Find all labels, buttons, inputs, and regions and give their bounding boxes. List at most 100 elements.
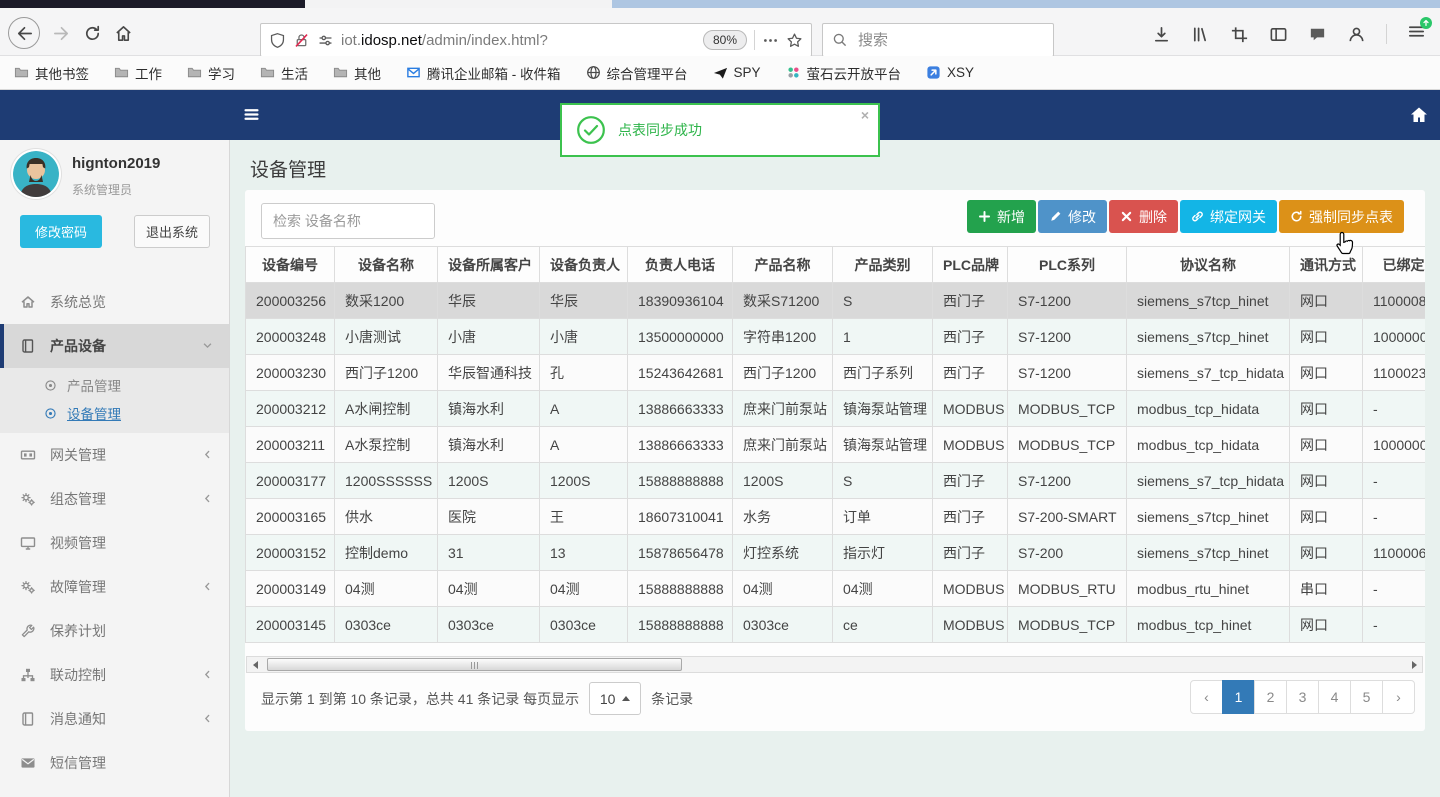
- page-prev[interactable]: ‹: [1190, 680, 1223, 714]
- bookmark-item[interactable]: 综合管理平台: [586, 63, 688, 83]
- sidebar-item-1[interactable]: 产品设备: [0, 324, 229, 368]
- column-header[interactable]: 已绑定网关: [1362, 246, 1425, 283]
- sidebar-item-8[interactable]: 消息通知: [0, 697, 229, 741]
- insecure-lock-icon[interactable]: [293, 32, 310, 49]
- column-header[interactable]: 设备编号: [245, 246, 335, 283]
- delete-button[interactable]: 删除: [1109, 200, 1178, 233]
- table-row[interactable]: 200003152 控制demo 31 13 15878656478 灯控系统 指示灯 西门子…: [245, 534, 1425, 571]
- table-row[interactable]: 200003248 小唐测试 小唐 小唐 13500000000 字符串1200 1 西门子 S…: [245, 318, 1425, 355]
- table-row[interactable]: 200003165 供水 医院王 18607310041 水务 订单 西门子 S7-200-S…: [245, 498, 1425, 535]
- bookmark-item[interactable]: XSY: [926, 65, 974, 80]
- change-password-button[interactable]: 修改密码: [20, 215, 102, 248]
- back-button[interactable]: [8, 17, 40, 49]
- library-button[interactable]: [1191, 25, 1210, 44]
- sidebar-item-2[interactable]: 网关管理: [0, 433, 229, 477]
- table-row[interactable]: 200003149 04测 04测 04测 15888888888 04测 04测 MODBU…: [245, 570, 1425, 607]
- table-row[interactable]: 200003230 西门子1200 华辰智通科技孔 15243642681 西门子120…: [245, 354, 1425, 391]
- scroll-left-icon[interactable]: [247, 657, 263, 672]
- table-row[interactable]: 200003177 1200SSSSSS 1200S 1200S 15888888888…: [245, 462, 1425, 499]
- bookmark-item[interactable]: 学习: [187, 63, 235, 83]
- table-row[interactable]: 200003145 0303ce 0303ce 0303ce 15888888888 03…: [245, 606, 1425, 643]
- page-4[interactable]: 4: [1318, 680, 1351, 714]
- table-cell: 200003248: [245, 318, 335, 355]
- column-header[interactable]: 产品类别: [832, 246, 933, 283]
- reload-button[interactable]: [83, 24, 102, 43]
- avatar[interactable]: [13, 151, 59, 197]
- screenshot-button[interactable]: [1230, 25, 1249, 44]
- column-header[interactable]: 设备负责人: [539, 246, 628, 283]
- bookmark-item[interactable]: 生活: [260, 63, 308, 83]
- sidebar-item-5[interactable]: 故障管理: [0, 565, 229, 609]
- table-row[interactable]: 200003211 A水泵控制 镇海水利 A 13886663333 庶来门前泵站 镇海泵站…: [245, 426, 1425, 463]
- bookmark-label: 综合管理平台: [606, 66, 688, 82]
- app-home-icon[interactable]: [1409, 105, 1429, 130]
- account-button[interactable]: [1347, 25, 1366, 44]
- page-actions-icon[interactable]: [762, 32, 779, 49]
- sidebar-item-7[interactable]: 联动控制: [0, 653, 229, 697]
- page-2[interactable]: 2: [1254, 680, 1287, 714]
- table-row[interactable]: 200003212 A水闸控制 镇海水利 A 13886663333 庶来门前泵站 镇海泵站…: [245, 390, 1425, 427]
- bookmark-item[interactable]: 萤石云开放平台: [786, 63, 901, 83]
- bookmark-item[interactable]: 腾讯企业邮箱 - 收件箱: [406, 63, 561, 83]
- column-header[interactable]: 设备所属客户: [437, 246, 540, 283]
- table-cell: 控制demo: [334, 534, 438, 571]
- column-header[interactable]: 协议名称: [1126, 246, 1290, 283]
- scroll-right-icon[interactable]: [1406, 657, 1422, 672]
- browser-tabstrip[interactable]: [0, 0, 1440, 8]
- url-text[interactable]: iot.idosp.net/admin/index.html?: [341, 32, 696, 49]
- page-1[interactable]: 1: [1222, 680, 1255, 714]
- bookmark-star-icon[interactable]: [786, 32, 803, 49]
- sidebar-subitem-设备管理[interactable]: 设备管理: [0, 399, 229, 427]
- sidebar-item-9[interactable]: 短信管理: [0, 741, 229, 785]
- add-button[interactable]: 新增: [967, 200, 1036, 233]
- sidebar-item-6[interactable]: 保养计划: [0, 609, 229, 653]
- url-bar[interactable]: iot.idosp.net/admin/index.html? 80%: [260, 23, 812, 57]
- menu-button[interactable]: [1407, 17, 1432, 46]
- pocket-button[interactable]: [1308, 25, 1327, 44]
- browser-search-box[interactable]: [822, 23, 1059, 57]
- bookmark-item[interactable]: SPY: [713, 65, 761, 80]
- column-header[interactable]: PLC品牌: [932, 246, 1008, 283]
- browser-search-input[interactable]: [856, 30, 1059, 50]
- active-tab-sliver[interactable]: [305, 0, 612, 8]
- logout-button[interactable]: 退出系统: [134, 215, 210, 248]
- page-3[interactable]: 3: [1286, 680, 1319, 714]
- edit-button[interactable]: 修改: [1038, 200, 1107, 233]
- permissions-icon[interactable]: [317, 32, 334, 49]
- bookmark-item[interactable]: 其他: [333, 63, 381, 83]
- device-search-input[interactable]: [261, 203, 435, 239]
- column-header[interactable]: PLC系列: [1007, 246, 1127, 283]
- sidebar-item-3[interactable]: 组态管理: [0, 477, 229, 521]
- bind-gateway-button[interactable]: 绑定网关: [1180, 200, 1277, 233]
- column-header[interactable]: 设备名称: [334, 246, 438, 283]
- sidebar-toggle-button[interactable]: [1269, 25, 1288, 44]
- table-row[interactable]: 200003256 数采1200 华辰 华辰 18390936104 数采S71200 S 西…: [245, 282, 1425, 319]
- bookmark-item[interactable]: 其他书签: [14, 63, 89, 83]
- zoom-badge[interactable]: 80%: [702, 30, 747, 50]
- page-5[interactable]: 5: [1350, 680, 1383, 714]
- page-size-select[interactable]: 10: [589, 682, 642, 715]
- force-sync-button[interactable]: 强制同步点表: [1279, 200, 1404, 233]
- sidebar-item-label: 系统总览: [50, 294, 106, 310]
- column-header[interactable]: 产品名称: [732, 246, 833, 283]
- sidebar-collapse-icon[interactable]: [243, 106, 260, 128]
- toast-close-icon[interactable]: ×: [861, 107, 869, 123]
- column-header[interactable]: 负责人电话: [627, 246, 733, 283]
- sidebar-subitem-产品管理[interactable]: 产品管理: [0, 371, 229, 399]
- table-cell: 镇海泵站管理: [832, 426, 933, 463]
- table-cell: MODBUS_TCP: [1007, 606, 1127, 643]
- forward-button[interactable]: [52, 24, 71, 43]
- page-next[interactable]: ›: [1382, 680, 1415, 714]
- table-cell: 西门子1200: [732, 354, 833, 391]
- bookmark-item[interactable]: 工作: [114, 63, 162, 83]
- sidebar-item-10[interactable]: 卡号管理: [0, 785, 229, 797]
- column-header[interactable]: 通讯方式: [1289, 246, 1363, 283]
- home-button[interactable]: [114, 24, 133, 43]
- sidebar-item-0[interactable]: 系统总览: [0, 280, 229, 324]
- sidebar-item-4[interactable]: 视频管理: [0, 521, 229, 565]
- table-cell: 华辰: [539, 282, 628, 319]
- scrollbar-thumb[interactable]: [267, 658, 682, 671]
- downloads-button[interactable]: [1152, 25, 1171, 44]
- tracking-shield-icon[interactable]: [269, 32, 286, 49]
- horizontal-scrollbar[interactable]: [246, 656, 1423, 673]
